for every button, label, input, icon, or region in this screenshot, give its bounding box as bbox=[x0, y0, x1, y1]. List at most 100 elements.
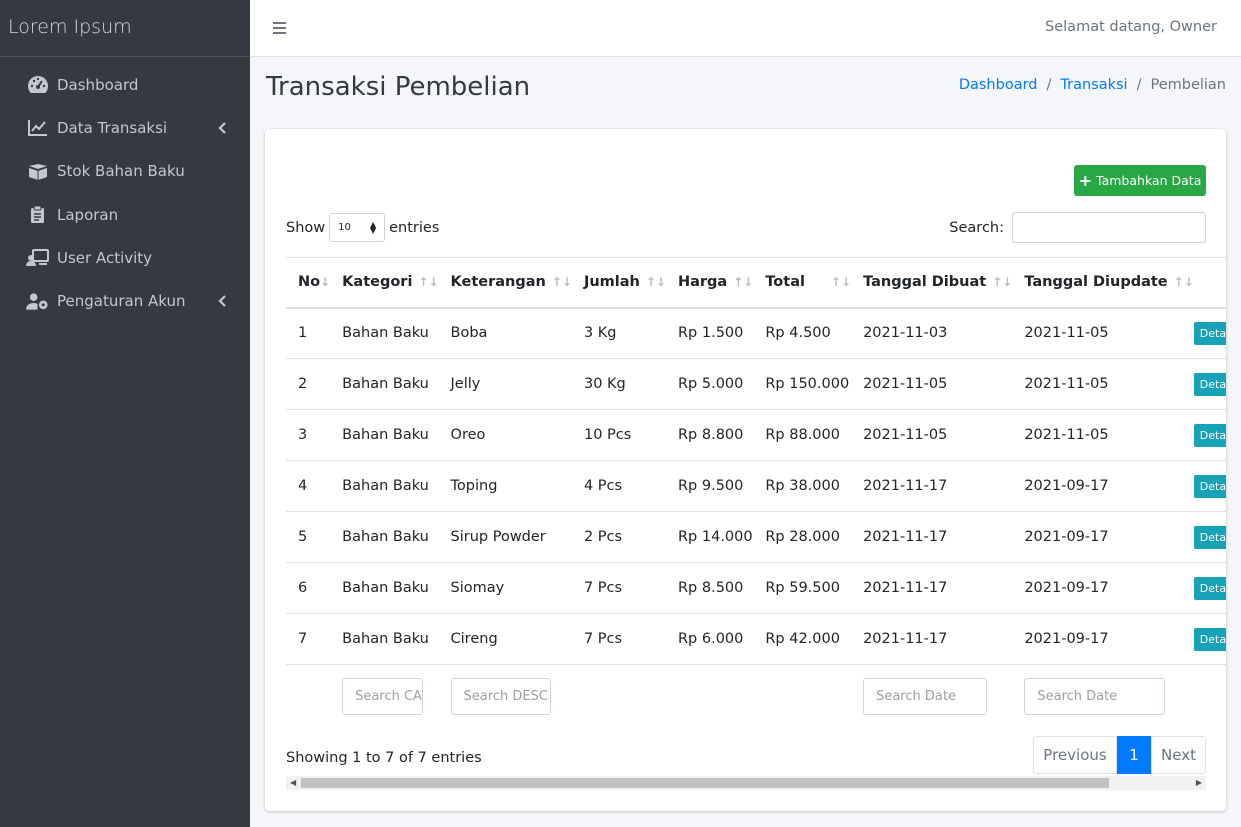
cell-harga: Rp 5.000 bbox=[665, 358, 754, 410]
add-data-button[interactable]: + Tambahkan Data bbox=[1074, 165, 1206, 196]
sidebar-item-laporan[interactable]: Laporan bbox=[0, 193, 250, 236]
detail-button[interactable]: Detail bbox=[1193, 525, 1226, 549]
sidebar-item-pengaturan-akun[interactable]: Pengaturan Akun bbox=[0, 279, 250, 322]
column-header-no[interactable]: No↓ bbox=[286, 257, 331, 309]
cell-jumlah: 7 Pcs bbox=[571, 562, 666, 614]
cell-action: Detail bbox=[1193, 562, 1226, 614]
plus-icon: + bbox=[1078, 171, 1093, 190]
search-keterangan-input[interactable]: Search DESC bbox=[450, 678, 551, 716]
boxes-icon bbox=[26, 161, 49, 181]
detail-button[interactable]: Detail bbox=[1193, 372, 1226, 396]
cell-no: 5 bbox=[286, 511, 331, 563]
search-tanggal-diupdate-input[interactable]: Search Date bbox=[1024, 678, 1166, 716]
sidebar-item-label: Data Transaksi bbox=[57, 118, 168, 137]
scroll-right-icon[interactable]: ▶ bbox=[1196, 778, 1202, 787]
sidebar-item-label: User Activity bbox=[57, 248, 153, 267]
cell-kategori: Bahan Baku bbox=[330, 307, 439, 359]
search-kategori-input[interactable]: Search CA bbox=[342, 678, 424, 716]
footer-empty-cell bbox=[572, 665, 666, 729]
breadcrumb: Dashboard / Transaksi / Pembelian bbox=[959, 77, 1226, 93]
brand-text[interactable]: Lorem Ipsum bbox=[0, 0, 250, 57]
cell-kategori: Bahan Baku bbox=[330, 460, 439, 512]
column-header-jumlah[interactable]: Jumlah ↑↓ bbox=[571, 257, 666, 309]
cell-total: Rp 150.000 bbox=[753, 358, 852, 410]
sidebar-item-user-activity[interactable]: User Activity bbox=[0, 236, 250, 279]
detail-button[interactable]: Detail bbox=[1193, 474, 1226, 498]
cell-tanggal-dibuat: 2021-11-17 bbox=[851, 511, 1013, 563]
table-row: 3 Bahan Baku Oreo 10 Pcs Rp 8.800 Rp 88.000 20… bbox=[286, 409, 1226, 461]
user-monitor-icon bbox=[26, 248, 49, 268]
column-header-tanggal-diupdate[interactable]: Tanggal Diupdate ↑↓ bbox=[1012, 257, 1194, 309]
cell-tanggal-dibuat: 2021-11-05 bbox=[851, 409, 1013, 461]
column-header-harga[interactable]: Harga ↑↓ bbox=[665, 257, 754, 309]
footer-dibuat-cell: Search Date bbox=[851, 665, 1012, 729]
cell-keterangan: Oreo bbox=[438, 409, 572, 461]
sort-icon: ↓ bbox=[320, 275, 331, 290]
sort-icon: ↑↓ bbox=[992, 275, 1013, 290]
cell-jumlah: 10 Pcs bbox=[571, 409, 666, 461]
sidebar-item-data-transaksi[interactable]: Data Transaksi bbox=[0, 106, 250, 149]
clipboard-icon bbox=[26, 205, 49, 225]
footer-empty-cell bbox=[1194, 665, 1226, 729]
cell-jumlah: 7 Pcs bbox=[571, 613, 666, 665]
cell-action: Detail bbox=[1193, 307, 1226, 359]
cell-tanggal-diupdate: 2021-09-17 bbox=[1012, 562, 1194, 614]
page-length-select[interactable]: 10 ▲ ▼ bbox=[329, 213, 386, 242]
sidebar-item-label: Dashboard bbox=[57, 75, 139, 94]
pagination: Previous 1 Next bbox=[1033, 736, 1206, 774]
cell-harga: Rp 6.000 bbox=[665, 613, 754, 665]
breadcrumb-dashboard[interactable]: Dashboard bbox=[959, 77, 1038, 93]
sidebar-item-label: Laporan bbox=[57, 205, 119, 224]
sidebar-item-dashboard[interactable]: Dashboard bbox=[0, 63, 250, 106]
sidebar-item-stok-bahan-baku[interactable]: Stok Bahan Baku bbox=[0, 150, 250, 193]
cell-keterangan: Toping bbox=[438, 460, 572, 512]
sidebar-item-label: Pengaturan Akun bbox=[57, 292, 186, 311]
cell-action: Detail bbox=[1193, 409, 1226, 461]
sidebar-nav: Dashboard Data Transaksi Stok Bahan Baku… bbox=[0, 57, 250, 323]
cell-kategori: Bahan Baku bbox=[330, 409, 439, 461]
cell-tanggal-dibuat: 2021-11-03 bbox=[851, 307, 1013, 359]
sort-icon: ↑↓ bbox=[830, 275, 852, 290]
table-row: 6 Bahan Baku Siomay 7 Pcs Rp 8.500 Rp 59.500 2… bbox=[286, 562, 1226, 614]
horizontal-scrollbar[interactable]: ◀ ▶ bbox=[286, 776, 1206, 790]
detail-button[interactable]: Detail bbox=[1193, 627, 1226, 651]
search-input[interactable] bbox=[1012, 212, 1206, 243]
footer-search-row: Search CA Search DESC Search Date Search… bbox=[286, 665, 1226, 729]
detail-button[interactable]: Detail bbox=[1193, 576, 1226, 600]
cell-tanggal-diupdate: 2021-09-17 bbox=[1012, 613, 1194, 665]
column-header-kategori[interactable]: Kategori ↑↓ bbox=[330, 257, 439, 309]
column-header-keterangan[interactable]: Keterangan ↑↓ bbox=[438, 257, 572, 309]
add-data-label: Tambahkan Data bbox=[1096, 173, 1202, 188]
breadcrumb-transaksi[interactable]: Transaksi bbox=[1060, 77, 1127, 93]
cell-tanggal-dibuat: 2021-11-17 bbox=[851, 613, 1013, 665]
detail-button[interactable]: Detail bbox=[1193, 423, 1226, 447]
footer-kategori-cell: Search CA bbox=[330, 665, 438, 729]
menu-toggle-icon[interactable] bbox=[272, 20, 287, 39]
cell-kategori: Bahan Baku bbox=[330, 613, 439, 665]
pagination-page-1[interactable]: 1 bbox=[1117, 736, 1151, 774]
search-label: Search: bbox=[949, 219, 1004, 236]
scroll-left-icon[interactable]: ◀ bbox=[290, 778, 296, 787]
cell-no: 6 bbox=[286, 562, 331, 614]
column-header-total[interactable]: Total ↑↓ bbox=[753, 257, 852, 309]
pagination-next[interactable]: Next bbox=[1151, 736, 1206, 774]
scrollbar-thumb[interactable] bbox=[301, 778, 1109, 788]
chevron-left-icon[interactable] bbox=[218, 293, 226, 311]
cell-action: Detail bbox=[1193, 358, 1226, 410]
detail-button[interactable]: Detail bbox=[1193, 321, 1226, 345]
cell-total: Rp 42.000 bbox=[753, 613, 852, 665]
cell-keterangan: Boba bbox=[438, 307, 572, 359]
column-header-tanggal-dibuat[interactable]: Tanggal Dibuat ↑↓ bbox=[851, 257, 1013, 309]
cell-tanggal-dibuat: 2021-11-05 bbox=[851, 358, 1013, 410]
cell-harga: Rp 9.500 bbox=[665, 460, 754, 512]
chevron-left-icon[interactable] bbox=[218, 120, 226, 138]
cell-harga: Rp 8.800 bbox=[665, 409, 754, 461]
table-info: Showing 1 to 7 of 7 entries bbox=[286, 750, 482, 766]
sort-icon: ↑↓ bbox=[551, 275, 572, 290]
breadcrumb-current: Pembelian bbox=[1150, 77, 1226, 93]
cell-no: 1 bbox=[286, 307, 331, 359]
search-tanggal-dibuat-input[interactable]: Search Date bbox=[863, 678, 988, 716]
user-cog-icon bbox=[26, 291, 49, 311]
pagination-previous[interactable]: Previous bbox=[1033, 736, 1117, 774]
line-chart-icon bbox=[26, 118, 49, 138]
